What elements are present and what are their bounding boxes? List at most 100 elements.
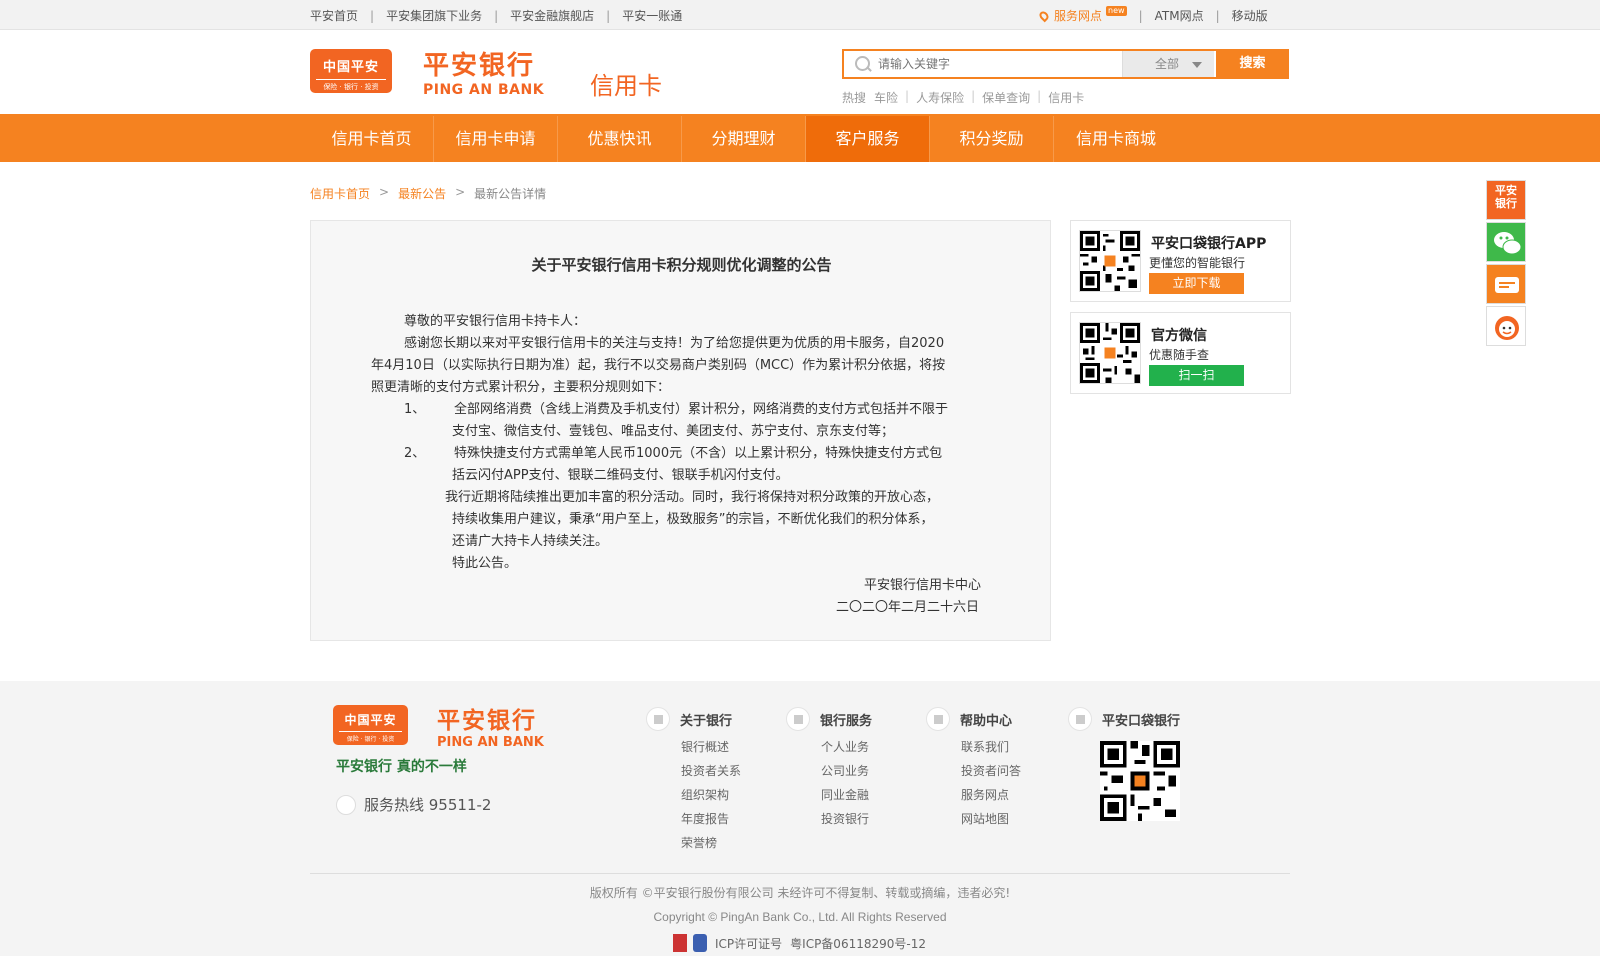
search-button[interactable]: 搜索: [1216, 49, 1289, 79]
breadcrumb-announcements[interactable]: 最新公告: [398, 185, 446, 202]
nav-item-card-home[interactable]: 信用卡首页: [310, 116, 434, 162]
bank-name-cn: 平安银行: [423, 51, 536, 81]
separator: |: [971, 89, 976, 103]
footer-link[interactable]: 联系我们: [961, 735, 1021, 759]
footer-link[interactable]: 投资者关系: [681, 759, 741, 783]
footer-link[interactable]: 服务网点: [961, 783, 1021, 807]
site-header: 中国平安 保险 · 银行 · 投资 平安银行 PING AN BANK 信用卡 …: [0, 31, 1600, 116]
footer-link[interactable]: 银行概述: [681, 735, 741, 759]
atm-link[interactable]: ATM网点: [1155, 7, 1204, 24]
footer-link[interactable]: 投资者问答: [961, 759, 1021, 783]
hot-term[interactable]: 信用卡: [1048, 89, 1084, 106]
top-link-group-business[interactable]: 平安集团旗下业务: [386, 7, 482, 24]
mobile-icon: [1068, 707, 1092, 731]
hot-term[interactable]: 车险: [874, 89, 898, 106]
wechat-icon: [1494, 232, 1522, 255]
app-card-subtitle: 更懂您的智能银行: [1149, 256, 1246, 270]
bank-logo[interactable]: 平安银行 PING AN BANK: [423, 45, 544, 98]
article-list-line: 支付宝、微信支付、壹钱包、唯品支付、美团支付、苏宁支付、京东支付等；: [452, 424, 895, 439]
article-list-line: 全部网络消费（含线上消费及手机支付）累计积分，网络消费的支付方式包括并不限于: [454, 402, 949, 417]
separator: |: [370, 8, 375, 23]
separator: |: [1215, 8, 1220, 23]
separator: |: [1138, 8, 1143, 23]
footer-link[interactable]: 网站地图: [961, 807, 1021, 831]
footer-link[interactable]: 组织架构: [681, 783, 741, 807]
site-footer: 中国平安 保险 · 银行 · 投资 平安银行 PING AN BANK 平安银行…: [0, 681, 1600, 956]
article-paragraph-line: 还请广大持卡人持续关注。: [452, 534, 609, 549]
footer-link[interactable]: 荣誉榜: [681, 831, 741, 855]
search-scope-dropdown[interactable]: 全部: [1122, 51, 1214, 77]
list-number: 1、: [404, 402, 426, 417]
top-bar: 平安首页 | 平安集团旗下业务 | 平安金融旗舰店 | 平安一账通 服务网点 n…: [0, 0, 1600, 30]
top-link-one-account[interactable]: 平安一账通: [622, 7, 682, 24]
mail-icon: [926, 707, 950, 731]
article-paragraph-line: 照更清晰的支付方式累计积分，主要积分规则如下：: [371, 380, 671, 395]
bank-name-en: PING AN BANK: [423, 82, 545, 98]
footer-slogan: 平安银行 真的不一样: [336, 759, 467, 775]
wechat-qr-code: [1079, 322, 1141, 384]
app-card-title: 平安口袋银行APP: [1151, 236, 1267, 252]
footer-link[interactable]: 个人业务: [821, 735, 872, 759]
copyright-cn: 版权所有 ©平安银行股份有限公司 未经许可不得复制、转载或摘编，违者必究!: [589, 886, 1011, 900]
footer-link[interactable]: 投资银行: [821, 807, 872, 831]
section-title: 信用卡: [590, 72, 662, 100]
top-links: 平安首页 | 平安集团旗下业务 | 平安金融旗舰店 | 平安一账通: [310, 7, 682, 24]
footer-link[interactable]: 公司业务: [821, 759, 872, 783]
footer-col-title: 帮助中心: [960, 713, 1013, 729]
separator: |: [606, 8, 611, 23]
footer-col-services: 银行服务 个人业务 公司业务 同业金融 投资银行: [786, 707, 872, 831]
article-paragraph-line: 感谢您长期以来对平安银行信用卡的关注与支持！为了给您提供更为优质的用卡服务，自2…: [404, 336, 945, 351]
hot-term[interactable]: 人寿保险: [916, 89, 964, 106]
top-link-pingan-home[interactable]: 平安首页: [310, 7, 358, 24]
police-badge-icon: [673, 934, 687, 952]
footer-logo-text: 中国平安: [344, 713, 397, 727]
article-greeting: 尊敬的平安银行信用卡持卡人：: [404, 314, 587, 329]
nav-item-installments[interactable]: 分期理财: [682, 116, 806, 162]
shield-icon: [693, 934, 707, 952]
footer-link[interactable]: 同业金融: [821, 783, 872, 807]
main-nav: 信用卡首页 信用卡申请 优惠快讯 分期理财 客户服务 积分奖励 信用卡商城: [0, 116, 1600, 162]
bookmark-icon: [786, 707, 810, 731]
logo-subtext: 保险 · 银行 · 投资: [316, 79, 386, 92]
float-bank-text: 平安银行: [1495, 184, 1517, 210]
mobile-version-link[interactable]: 移动版: [1232, 7, 1268, 24]
footer-bank-en: PING AN BANK: [437, 735, 544, 750]
footer-col-title: 关于银行: [680, 713, 733, 729]
hot-search: 热搜 车险 | 人寿保险 | 保单查询 | 信用卡: [842, 89, 1084, 106]
nav-item-mall[interactable]: 信用卡商城: [1054, 116, 1178, 162]
phone-icon: [336, 794, 356, 815]
yiqianbao-float-icon[interactable]: [1486, 264, 1526, 304]
icp-number[interactable]: 粤ICP备06118290号-12: [790, 935, 926, 952]
article-list-line: 括云闪付APP支付、银联二维码支付、银联手机闪付支付。: [452, 468, 789, 483]
article-list-line: 特殊快捷支付方式需单笔人民币1000元（不含）以上累计积分，特殊快捷支付方式包: [454, 446, 943, 461]
icp-label[interactable]: ICP许可证号: [715, 935, 782, 952]
top-right-links: 服务网点 new | ATM网点 | 移动版: [1037, 5, 1268, 24]
footer-group-logo: 中国平安 保险 · 银行 · 投资: [333, 705, 408, 745]
breadcrumb-home[interactable]: 信用卡首页: [310, 185, 370, 202]
icp-info: ICP许可证号 粤ICP备06118290号-12: [673, 934, 926, 952]
app-download-card: 平安口袋银行APP 更懂您的智能银行 立即下载: [1070, 220, 1291, 302]
wechat-float-icon[interactable]: [1486, 222, 1526, 262]
footer-link[interactable]: 年度报告: [681, 807, 741, 831]
article-date: 二〇二〇年二月二十六日: [836, 600, 980, 615]
download-now-button[interactable]: 立即下载: [1149, 273, 1244, 294]
article-closing: 特此公告。: [452, 556, 518, 571]
pingan-bank-float-icon[interactable]: 平安银行: [1486, 180, 1526, 220]
breadcrumb: 信用卡首页 > 最新公告 > 最新公告详情: [310, 185, 546, 202]
nav-item-card-apply[interactable]: 信用卡申请: [434, 116, 558, 162]
nav-item-points[interactable]: 积分奖励: [930, 116, 1054, 162]
scan-button[interactable]: 扫一扫: [1149, 365, 1244, 386]
wechat-card: 官方微信 优惠随手查 扫一扫: [1070, 312, 1291, 394]
nav-item-customer-service[interactable]: 客户服务: [806, 116, 930, 162]
chevron-right-icon: >: [379, 185, 390, 199]
service-points-link[interactable]: 服务网点: [1054, 7, 1102, 24]
hot-term[interactable]: 保单查询: [982, 89, 1030, 106]
search-input[interactable]: [878, 51, 1122, 77]
separator: |: [494, 8, 499, 23]
nav-item-promotions[interactable]: 优惠快讯: [558, 116, 682, 162]
service-avatar-icon: [1495, 316, 1519, 340]
separator: |: [1037, 89, 1042, 103]
top-link-flagship-store[interactable]: 平安金融旗舰店: [510, 7, 594, 24]
pingan-group-logo[interactable]: 中国平安 保险 · 银行 · 投资: [310, 49, 392, 93]
customer-service-float-icon[interactable]: [1486, 306, 1526, 346]
